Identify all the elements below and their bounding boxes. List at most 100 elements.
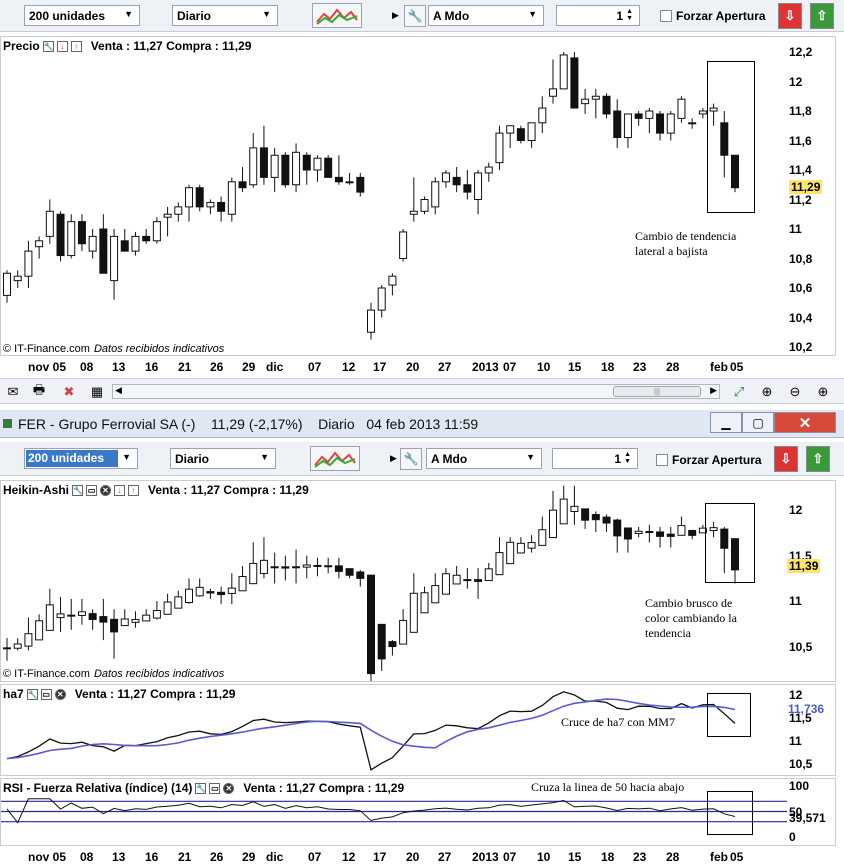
candle[interactable] (613, 518, 622, 553)
candle[interactable] (227, 177, 236, 222)
ha-candles[interactable] (1, 481, 787, 681)
candle[interactable] (570, 485, 579, 525)
candle[interactable] (677, 516, 686, 536)
candle[interactable] (281, 152, 290, 188)
candle[interactable] (142, 229, 151, 244)
candle[interactable] (441, 568, 450, 595)
candle[interactable] (259, 537, 268, 579)
wrench-icon[interactable]: 🔧 (72, 484, 84, 496)
candle[interactable] (656, 526, 665, 548)
candle[interactable] (195, 578, 204, 597)
candle[interactable] (110, 229, 119, 300)
checkbox-box[interactable] (660, 10, 672, 22)
candle[interactable] (420, 196, 429, 215)
candle[interactable] (334, 155, 343, 185)
candle[interactable] (559, 52, 568, 90)
candle[interactable] (409, 177, 418, 222)
candle[interactable] (634, 526, 643, 538)
scroll-right-icon[interactable]: ▶ (710, 385, 717, 396)
close-button[interactable]: ✕ (774, 412, 836, 433)
candle[interactable] (77, 214, 86, 252)
candle[interactable] (45, 588, 54, 631)
candle[interactable] (527, 122, 536, 148)
candle[interactable] (13, 638, 22, 651)
candle[interactable] (24, 240, 33, 288)
candle[interactable] (3, 270, 11, 303)
candle[interactable] (77, 598, 86, 625)
units-select[interactable]: 200 unidades ▼ (24, 448, 138, 469)
candle[interactable] (420, 586, 429, 614)
checkbox-box[interactable] (656, 454, 668, 466)
chevron-right-icon[interactable]: ▶ (390, 453, 397, 464)
close-icon[interactable]: ✕ (100, 484, 112, 496)
candle[interactable] (281, 555, 290, 581)
window-icon[interactable]: ▭ (40, 688, 52, 700)
candle[interactable] (484, 562, 493, 582)
candle[interactable] (570, 52, 579, 109)
candle[interactable] (613, 99, 622, 148)
candle[interactable] (549, 490, 557, 539)
calculator-icon[interactable]: ▦ (88, 383, 106, 401)
buy-icon[interactable]: ↑ (128, 484, 140, 496)
candle[interactable] (399, 609, 408, 645)
candle[interactable] (549, 59, 557, 104)
candle[interactable] (431, 573, 440, 604)
candle[interactable] (67, 598, 76, 630)
candle[interactable] (559, 485, 568, 525)
order-type-select[interactable]: A Mdo ▼ (428, 5, 544, 26)
price-candles[interactable] (1, 37, 787, 355)
candle[interactable] (495, 537, 504, 576)
window-icon[interactable]: ▭ (86, 484, 98, 496)
candle[interactable] (88, 609, 97, 630)
candle[interactable] (409, 573, 418, 633)
printer-icon[interactable]: 🖶 (30, 382, 48, 401)
candle[interactable] (110, 609, 119, 659)
candle[interactable] (656, 111, 665, 141)
buy-button[interactable]: ⇧ (810, 3, 834, 29)
candle[interactable] (474, 568, 483, 599)
window-icon[interactable]: ▭ (209, 782, 221, 794)
order-type-select[interactable]: A Mdo ▼ (426, 448, 542, 469)
candle[interactable] (591, 88, 600, 119)
candle[interactable] (88, 229, 97, 259)
candle[interactable] (356, 570, 365, 587)
sell-icon[interactable]: ↓ (114, 484, 126, 496)
candle[interactable] (623, 527, 632, 553)
buy-icon[interactable]: ↑ (70, 40, 82, 52)
candle[interactable] (120, 609, 129, 627)
time-scrollbar[interactable]: ◀ ||| ▶ (112, 384, 720, 399)
sell-button[interactable]: ⇩ (778, 3, 802, 29)
candle[interactable] (463, 170, 472, 200)
candle[interactable] (3, 638, 11, 661)
candle[interactable] (666, 526, 675, 548)
candle[interactable] (238, 566, 247, 592)
candle[interactable] (431, 177, 440, 215)
candle[interactable] (591, 511, 600, 533)
candle[interactable] (163, 593, 172, 615)
sell-button[interactable]: ⇩ (774, 446, 798, 472)
candle[interactable] (516, 537, 525, 554)
scroll-left-icon[interactable]: ◀ (115, 385, 122, 396)
buy-button[interactable]: ⇧ (806, 446, 830, 472)
candle[interactable] (645, 108, 654, 134)
candle[interactable] (227, 573, 236, 605)
candle[interactable] (538, 96, 547, 134)
candle[interactable] (142, 609, 151, 622)
candle[interactable] (313, 557, 322, 577)
candle[interactable] (324, 557, 333, 574)
chevron-right-icon[interactable]: ▶ (392, 10, 399, 21)
wrench-icon[interactable]: 🔧 (195, 782, 207, 794)
candle[interactable] (484, 162, 493, 182)
indicators-button[interactable] (312, 3, 362, 28)
candle[interactable] (527, 535, 536, 553)
candle[interactable] (506, 537, 515, 565)
close-icon[interactable]: ✕ (223, 782, 235, 794)
candle[interactable] (292, 143, 301, 193)
candle[interactable] (356, 172, 365, 197)
candle[interactable] (163, 206, 172, 237)
candle[interactable] (99, 598, 108, 641)
wrench-icon[interactable]: 🔧 (400, 448, 422, 470)
candle[interactable] (495, 125, 504, 170)
candle[interactable] (152, 217, 161, 244)
candle[interactable] (634, 111, 643, 126)
